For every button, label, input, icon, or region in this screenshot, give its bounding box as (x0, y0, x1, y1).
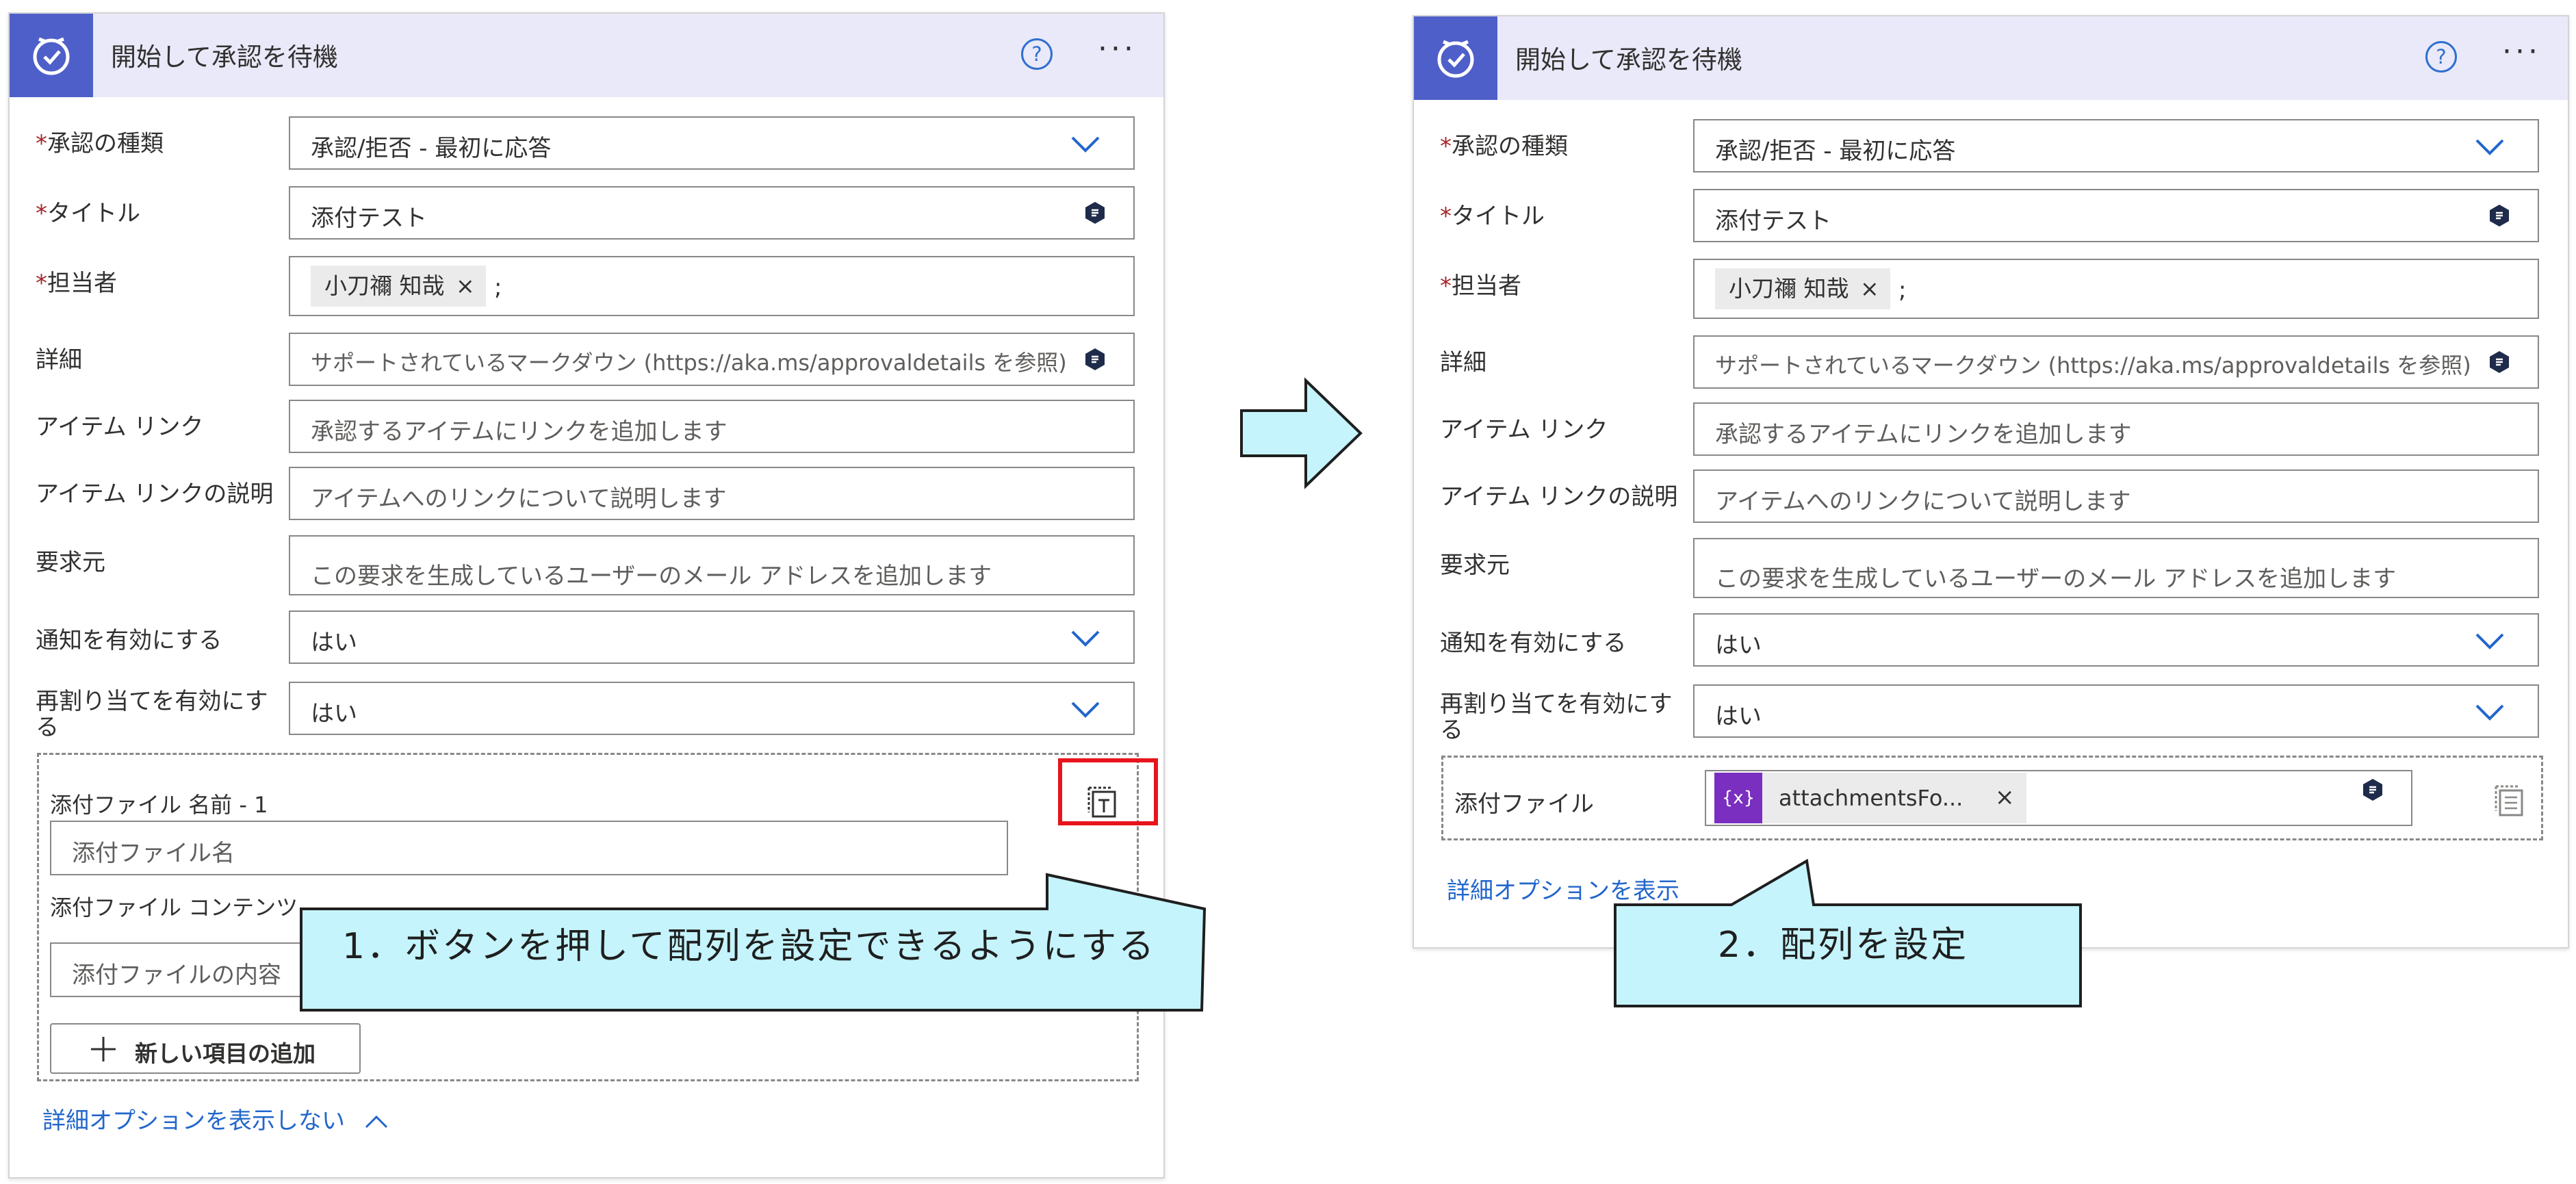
notifications-dropdown[interactable]: はい (1693, 613, 2539, 667)
dynamic-content-icon[interactable] (1084, 348, 1106, 371)
chevron-down-icon (1071, 630, 1100, 647)
approval-type-dropdown[interactable]: 承認/拒否 - 最初に応答 (1693, 119, 2539, 172)
approval-type-label: *承認の種類 (36, 130, 164, 157)
assignee-label: *担当者 (1440, 272, 1521, 300)
assignee-field[interactable]: 小刀禰 知哉 × ; (1693, 259, 2539, 319)
title-label: *タイトル (36, 200, 140, 227)
chevron-down-icon (2475, 704, 2504, 721)
right-action-card: 開始して承認を待機 ? ··· *承認の種類 承認/拒否 - 最初に応答 *タイ… (1413, 15, 2569, 949)
reassign-label: 再割り当てを有効にする (1440, 691, 1673, 744)
chevron-up-icon (365, 1115, 387, 1129)
title-field[interactable]: 添付テスト (289, 186, 1135, 240)
assignee-field[interactable]: 小刀禰 知哉 × ; (289, 256, 1135, 316)
callout-step1: 1．ボタンを押して配列を設定できるようにする (342, 926, 1157, 967)
attachments-token: {x} attachmentsFo... × (1714, 773, 2026, 823)
assignee-tag: 小刀禰 知哉 × (311, 266, 486, 307)
details-label: 詳細 (1440, 349, 1486, 376)
close-icon[interactable]: × (456, 272, 475, 299)
dynamic-content-icon[interactable] (2362, 778, 2384, 801)
approval-clock-icon (1414, 16, 1497, 100)
attachments-label: 添付ファイル (1454, 790, 1594, 818)
reassign-dropdown[interactable]: はい (289, 682, 1135, 735)
item-link-label: アイテム リンク (1440, 416, 1608, 443)
title-label: *タイトル (1440, 203, 1545, 230)
variable-icon: {x} (1714, 773, 1762, 823)
right-card-header[interactable]: 開始して承認を待機 ? ··· (1414, 16, 2568, 100)
attachment-name-label: 添付ファイル 名前 - 1 (50, 792, 268, 818)
plus-icon (91, 1037, 116, 1061)
title-field[interactable]: 添付テスト (1693, 189, 2539, 242)
array-switch-highlight (1058, 758, 1158, 825)
dynamic-content-icon[interactable] (2488, 204, 2510, 227)
notifications-dropdown[interactable]: はい (289, 610, 1135, 664)
notifications-label: 通知を有効にする (1440, 630, 1627, 657)
item-link-desc-label: アイテム リンクの説明 (1440, 483, 1678, 511)
help-icon[interactable]: ? (2425, 41, 2457, 73)
item-link-field[interactable]: 承認するアイテムにリンクを追加します (1693, 402, 2539, 456)
assignee-label: *担当者 (36, 270, 117, 297)
item-link-desc-field[interactable]: アイテムへのリンクについて説明します (289, 467, 1135, 520)
item-link-desc-field[interactable]: アイテムへのリンクについて説明します (1693, 469, 2539, 523)
more-options-icon[interactable]: ··· (1098, 34, 1137, 64)
reassign-label: 再割り当てを有効にする (36, 688, 268, 741)
left-card-header[interactable]: 開始して承認を待機 ? ··· (10, 14, 1163, 97)
assignee-tag: 小刀禰 知哉 × (1715, 268, 1890, 309)
reassign-dropdown[interactable]: はい (1693, 684, 2539, 738)
item-link-field[interactable]: 承認するアイテムにリンクを追加します (289, 400, 1135, 453)
more-options-icon[interactable]: ··· (2502, 37, 2541, 67)
right-arrow-icon (1240, 377, 1363, 489)
approval-clock-icon (10, 14, 93, 97)
details-field[interactable]: サポートされているマークダウン (https://aka.ms/approval… (289, 333, 1135, 386)
requestor-field[interactable]: この要求を生成しているユーザーのメール アドレスを追加します (289, 535, 1135, 595)
close-icon[interactable]: × (1995, 784, 2015, 811)
chevron-down-icon (2475, 139, 2504, 155)
callout-step2: 2．配列を設定 (1718, 925, 1969, 966)
details-label: 詳細 (36, 346, 82, 374)
switch-to-detail-inputs-icon[interactable] (2495, 784, 2526, 819)
approval-type-label: *承認の種類 (1440, 133, 1568, 160)
details-field[interactable]: サポートされているマークダウン (https://aka.ms/approval… (1693, 335, 2539, 389)
dynamic-content-icon[interactable] (1084, 201, 1106, 224)
attachments-array-field[interactable]: {x} attachmentsFo... × (1705, 770, 2412, 826)
item-link-label: アイテム リンク (36, 413, 204, 441)
chevron-down-icon (2475, 633, 2504, 649)
hide-advanced-options-link[interactable]: 詳細オプションを表示しない (42, 1102, 388, 1135)
item-link-desc-label: アイテム リンクの説明 (36, 480, 274, 508)
help-icon[interactable]: ? (1021, 38, 1053, 70)
close-icon[interactable]: × (1860, 275, 1879, 302)
notifications-label: 通知を有効にする (36, 627, 222, 654)
action-title: 開始して承認を待機 (1515, 45, 1742, 75)
attachments-group: 添付ファイル {x} attachmentsFo... × (1441, 756, 2543, 840)
approval-type-dropdown[interactable]: 承認/拒否 - 最初に応答 (289, 116, 1135, 170)
chevron-down-icon (1071, 136, 1100, 153)
dynamic-content-icon[interactable] (2488, 350, 2510, 374)
action-title: 開始して承認を待機 (111, 42, 338, 72)
chevron-down-icon (1071, 702, 1100, 718)
requestor-label: 要求元 (36, 549, 105, 576)
attachment-content-label: 添付ファイル コンテンツ - 1 (50, 895, 313, 923)
requestor-field[interactable]: この要求を生成しているユーザーのメール アドレスを追加します (1693, 538, 2539, 598)
requestor-label: 要求元 (1440, 552, 1510, 579)
